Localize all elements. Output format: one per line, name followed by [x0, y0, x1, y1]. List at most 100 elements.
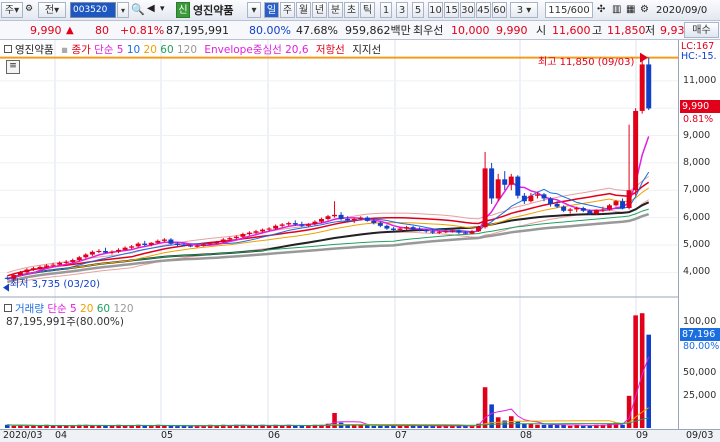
settings-icon[interactable]: ⚙	[640, 5, 649, 15]
minute-tab[interactable]: 15	[444, 2, 459, 18]
candle-body	[194, 245, 200, 247]
high-price: 11,850	[607, 24, 646, 37]
candle-body	[233, 236, 239, 239]
minute-tab[interactable]: 10	[428, 2, 443, 18]
candle-body	[135, 243, 141, 247]
minute-tab[interactable]: 1	[380, 2, 392, 18]
candle-body	[129, 246, 135, 248]
candle-body	[436, 231, 442, 233]
ma5-line	[7, 136, 650, 280]
legend-ma10: 10	[126, 44, 141, 56]
volume-bar	[482, 387, 488, 428]
volume-bar	[122, 425, 128, 428]
volume-tick-label: 25,000	[683, 390, 717, 401]
chart-icon[interactable]: ▥	[612, 5, 621, 15]
chart-menu-icon[interactable]: ≡	[6, 60, 20, 74]
candle-body	[449, 230, 455, 232]
volume-rate: 80.00%	[249, 24, 291, 37]
candle-body	[469, 231, 475, 234]
candle-body	[541, 194, 547, 199]
high-marker-arrow	[640, 52, 648, 63]
chevron-down-icon[interactable]: ▾	[160, 5, 165, 14]
volume-bar	[109, 425, 115, 428]
gear-icon[interactable]: ⚙	[25, 5, 33, 14]
candle-body	[76, 257, 82, 261]
volume-bar	[567, 425, 573, 428]
market-select[interactable]: 전▾	[38, 2, 66, 18]
candle-body	[30, 268, 36, 270]
interval-select[interactable]: 3 ▾	[510, 2, 538, 18]
legend-ma-label: 단순	[94, 44, 114, 56]
volume-bar	[541, 424, 547, 428]
legend-stock-name: 영진약품	[15, 44, 54, 56]
minute-tab[interactable]: 5	[412, 2, 424, 18]
period-tab[interactable]: 일	[264, 2, 279, 18]
legend-resistance: 저항선	[315, 44, 345, 56]
minute-tab[interactable]: 60	[492, 2, 507, 18]
candle-body	[364, 217, 370, 221]
turnover: 47.68%	[296, 24, 338, 37]
volume-bar	[292, 425, 298, 428]
candle-body	[286, 223, 292, 225]
candle-body	[482, 168, 488, 228]
candle-body	[508, 176, 514, 185]
minute-tab[interactable]: 45	[476, 2, 491, 18]
period-tab[interactable]: 년	[312, 2, 327, 18]
candle-body	[122, 247, 128, 250]
volume-bar	[96, 425, 102, 428]
chart-area[interactable]: 영진약품 ▪ 종가 단순 5 10 20 60 120 Envelope중심선 …	[0, 40, 678, 429]
volume-bar	[607, 423, 612, 428]
legend-support: 지지선	[352, 44, 382, 56]
low-annotation: 최저 3,735 (03/20)	[10, 279, 101, 290]
volume-bar	[646, 334, 652, 428]
candle-body	[214, 242, 220, 244]
zoom-in-icon[interactable]: ✣	[597, 5, 605, 15]
candle-body	[456, 230, 462, 233]
volume-bar	[37, 425, 43, 428]
toolbar-top: 주▾ ⚙ 전▾ 003520 ▾ 🔍 ◀ ▾ 신 영진약품 ▾ 일주월년분초틱 …	[0, 0, 720, 21]
volume-bar	[247, 425, 252, 428]
name-dropdown-button[interactable]: ▾	[247, 2, 261, 18]
period-tab[interactable]: 틱	[360, 2, 375, 18]
grid-icon[interactable]: ▦	[626, 5, 635, 15]
minute-tab[interactable]: 3	[396, 2, 408, 18]
candle-body	[207, 243, 213, 245]
candle-body	[148, 242, 154, 245]
stock-code-input[interactable]: 003520	[70, 2, 116, 18]
buy-button[interactable]: 매수	[684, 22, 719, 38]
volume-bar	[548, 424, 553, 428]
type-select[interactable]: 주▾	[1, 2, 23, 18]
candle-body	[371, 220, 377, 224]
period-tab[interactable]: 초	[344, 2, 359, 18]
price-axis[interactable]: LC:167 HC:-15. 11,00010,0009,0008,0007,0…	[678, 40, 720, 429]
period-tab[interactable]: 분	[328, 2, 343, 18]
date-axis-label: 09/03	[686, 430, 714, 441]
volume-bar	[253, 425, 259, 428]
legend-envelope: Envelope중심선 20,6	[204, 44, 309, 56]
speaker-icon[interactable]: ◀	[147, 4, 155, 14]
candle-body	[292, 223, 298, 225]
volume-ma20-line	[7, 407, 649, 427]
date-axis: 2020/03 04 05 06 07 08 09 09/03	[0, 429, 720, 442]
period-tab[interactable]: 주	[280, 2, 295, 18]
search-icon[interactable]: 🔍	[131, 4, 145, 15]
volume-bar	[522, 423, 527, 428]
candle-body	[338, 214, 344, 219]
high-label: 고	[592, 24, 603, 37]
period-tab[interactable]: 월	[296, 2, 311, 18]
candle-body	[266, 228, 272, 230]
current-price-tag: 9,990	[680, 100, 720, 113]
volume-bar	[417, 425, 422, 428]
minute-tab[interactable]: 30	[460, 2, 475, 18]
candle-body	[4, 277, 10, 279]
candle-body	[423, 230, 429, 232]
price-tick-label: 5,000	[683, 238, 711, 250]
legend-box-icon	[4, 45, 12, 53]
volume-bar	[142, 425, 148, 428]
candle-body	[332, 214, 338, 217]
volume-bar	[57, 425, 62, 428]
volume-bar	[423, 425, 429, 428]
count-field[interactable]: 115/600	[545, 2, 593, 18]
date-display[interactable]: 2020/09/0	[656, 0, 707, 21]
code-dropdown-button[interactable]: ▾	[117, 2, 129, 18]
